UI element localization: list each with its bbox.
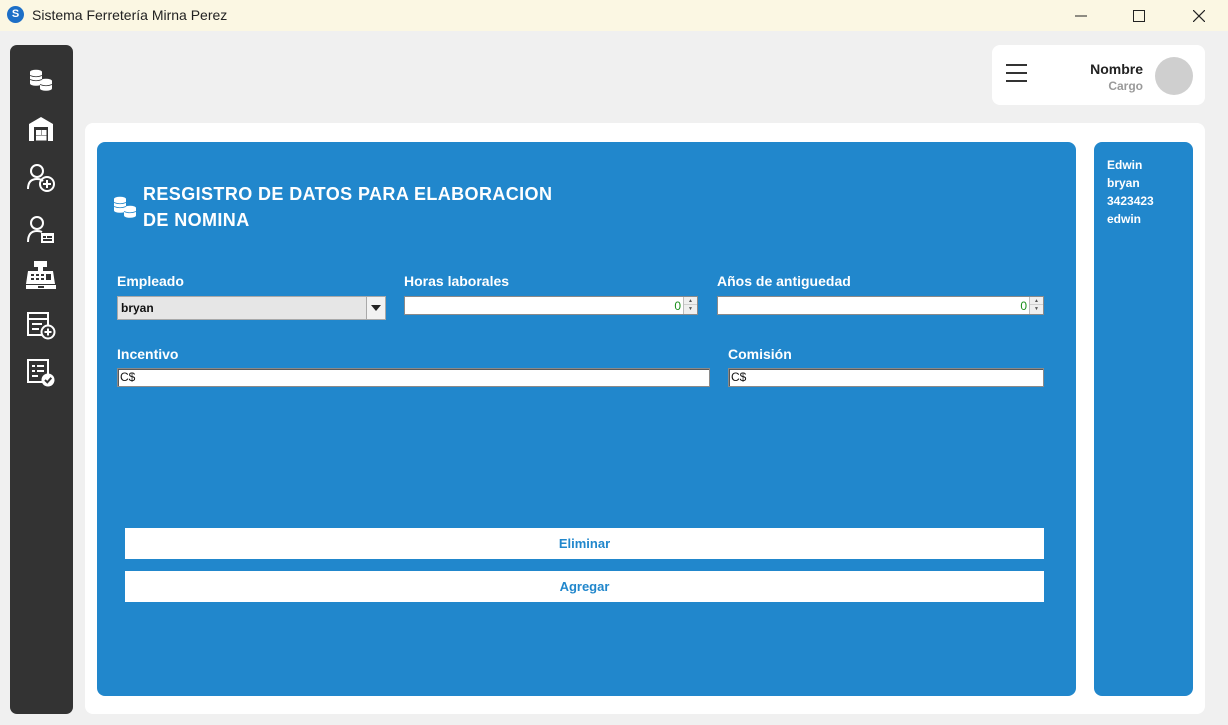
agregar-button[interactable]: Agregar — [125, 571, 1044, 602]
list-item[interactable]: Edwin — [1107, 156, 1154, 174]
user-badge-icon — [27, 216, 54, 243]
user-card: Nombre Cargo — [992, 45, 1205, 105]
antiguedad-value: 0 — [1020, 299, 1027, 313]
close-icon — [1193, 9, 1205, 22]
form-title-line2: DE NOMINA — [143, 210, 250, 230]
app-logo-icon: S — [7, 6, 24, 23]
warehouse-icon — [29, 117, 53, 141]
incentivo-label: Incentivo — [117, 346, 179, 362]
hamburger-menu-icon[interactable] — [1006, 64, 1028, 86]
form-title-line1: RESGISTRO DE DATOS PARA ELABORACION — [143, 184, 553, 204]
window-title: Sistema Ferretería Mirna Perez — [32, 7, 228, 23]
decrement-icon[interactable]: ▼ — [684, 305, 697, 313]
sidebar-item-coins[interactable] — [24, 65, 58, 95]
user-name: Nombre — [1090, 61, 1143, 77]
list-item[interactable]: 3423423 — [1107, 192, 1154, 210]
empleado-label: Empleado — [117, 273, 184, 289]
coins-icon — [29, 69, 53, 91]
eliminar-button[interactable]: Eliminar — [125, 528, 1044, 559]
antiguedad-spin-buttons[interactable]: ▲ ▼ — [1029, 297, 1043, 314]
sidebar-item-add-invoice[interactable] — [24, 310, 58, 340]
sidebar-item-approved-invoice[interactable] — [24, 358, 58, 388]
comision-label: Comisión — [728, 346, 792, 362]
title-bar: S Sistema Ferretería Mirna Perez — [0, 0, 1228, 31]
dropdown-button[interactable] — [366, 297, 385, 319]
antiguedad-stepper[interactable]: 0 ▲ ▼ — [717, 296, 1044, 315]
add-invoice-icon — [27, 312, 56, 340]
list-item[interactable]: edwin — [1107, 210, 1154, 228]
sidebar-item-user-badge[interactable] — [24, 215, 58, 245]
user-role: Cargo — [1108, 79, 1143, 93]
minimize-button[interactable] — [1052, 0, 1110, 31]
horas-spin-buttons[interactable]: ▲ ▼ — [683, 297, 697, 314]
empleado-select[interactable]: bryan — [117, 296, 386, 320]
coins-icon — [113, 196, 137, 218]
avatar[interactable] — [1155, 57, 1193, 95]
horas-value: 0 — [674, 299, 681, 313]
add-user-icon — [27, 164, 55, 192]
increment-icon[interactable]: ▲ — [684, 297, 697, 305]
sidebar — [10, 45, 73, 714]
sidebar-item-warehouse[interactable] — [24, 114, 58, 144]
minimize-icon — [1075, 15, 1087, 16]
payroll-form-panel: RESGISTRO DE DATOS PARA ELABORACION DE N… — [97, 142, 1076, 696]
form-title: RESGISTRO DE DATOS PARA ELABORACION DE N… — [143, 181, 603, 233]
empleado-select-value: bryan — [121, 301, 154, 315]
list-item[interactable]: bryan — [1107, 174, 1154, 192]
antiguedad-label: Años de antiguedad — [717, 273, 851, 289]
employee-list: Edwin bryan 3423423 edwin — [1107, 156, 1154, 228]
maximize-button[interactable] — [1110, 0, 1168, 31]
cash-register-icon — [26, 261, 56, 289]
horas-stepper[interactable]: 0 ▲ ▼ — [404, 296, 698, 315]
increment-icon[interactable]: ▲ — [1030, 297, 1043, 305]
sidebar-item-cash-register[interactable] — [24, 260, 58, 290]
incentivo-input[interactable]: C$ — [117, 368, 710, 387]
sidebar-item-add-user[interactable] — [24, 163, 58, 193]
close-button[interactable] — [1170, 0, 1228, 31]
approved-invoice-icon — [27, 359, 55, 387]
comision-input[interactable]: C$ — [728, 368, 1044, 387]
employee-list-panel: Edwin bryan 3423423 edwin — [1094, 142, 1193, 696]
horas-label: Horas laborales — [404, 273, 510, 289]
chevron-down-icon — [371, 305, 381, 311]
decrement-icon[interactable]: ▼ — [1030, 305, 1043, 313]
maximize-icon — [1133, 9, 1145, 22]
